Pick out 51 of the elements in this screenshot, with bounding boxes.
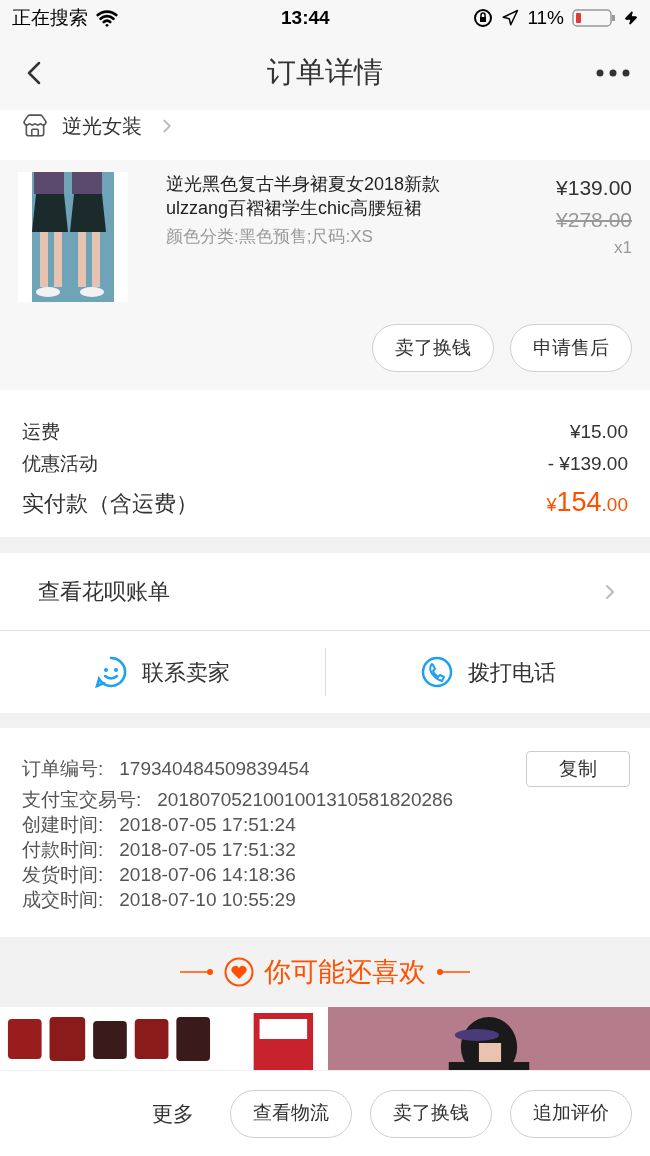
copy-button[interactable]: 复制 <box>526 751 630 787</box>
smiley-chat-icon <box>94 655 129 689</box>
info-label: 付款时间: <box>22 838 104 863</box>
store-link[interactable]: 逆光女装 <box>22 111 178 141</box>
huabei-bill-row[interactable]: 查看花呗账单 <box>0 553 650 631</box>
fee-value: ¥15.00 <box>569 420 628 444</box>
action-button[interactable]: 查看物流 <box>230 1089 352 1138</box>
quantity-text: x1 <box>614 237 632 259</box>
product-spec: 颜色分类:黑色预售;尺码:XS <box>166 226 374 248</box>
total-label: 实付款（含运费） <box>22 490 198 518</box>
info-label: 订单编号: <box>22 756 104 781</box>
info-value: 2018-07-05 17:51:32 <box>119 838 296 863</box>
page-title: 订单详情 <box>267 55 383 91</box>
total-amount: ¥154.00 <box>546 486 628 519</box>
action-button[interactable]: 卖了换钱 <box>372 324 494 372</box>
contact-button[interactable]: 拨打电话 <box>325 655 650 689</box>
product-price: ¥139.00 <box>556 175 632 201</box>
info-value: 179340484509839454 <box>119 756 310 781</box>
fee-label: 运费 <box>22 420 60 444</box>
product-card[interactable]: 逆光黑色复古半身裙夏女2018新款ulzzang百褶裙学生chic高腰短裙 颜色分类:黑色预售;尺码:XS ¥139.00 ¥278.00 x1 卖了换钱 申请售后 <box>0 160 650 390</box>
leader-line <box>180 968 214 976</box>
wifi-icon <box>96 7 118 29</box>
info-value: 2018-07-10 10:55:29 <box>119 888 296 913</box>
info-label: 支付宝交易号: <box>22 788 142 813</box>
action-button[interactable]: 申请售后 <box>510 324 632 372</box>
leader-line <box>436 968 470 976</box>
action-button[interactable]: 追加评价 <box>510 1089 632 1138</box>
rotation-lock-icon <box>473 8 494 28</box>
fee-label: 优惠活动 <box>22 452 98 476</box>
info-value: 2018-07-06 14:18:36 <box>119 863 296 888</box>
contact-button[interactable]: 联系卖家 <box>0 655 325 689</box>
action-button[interactable]: 卖了换钱 <box>370 1089 492 1138</box>
store-icon <box>22 113 48 139</box>
info-value: 2018070521001001310581820286 <box>157 788 454 813</box>
more-menu-icon[interactable] <box>596 69 630 77</box>
carrier-text: 正在搜索 <box>12 5 88 30</box>
clock-text: 13:44 <box>281 5 330 30</box>
phone-icon <box>419 655 454 689</box>
original-price: ¥278.00 <box>556 206 632 233</box>
info-label: 成交时间: <box>22 888 104 913</box>
recommend-title: 你可能还喜欢 <box>264 955 426 989</box>
product-title: 逆光黑色复古半身裙夏女2018新款ulzzang百褶裙学生chic高腰短裙 <box>166 173 442 220</box>
info-label: 创建时间: <box>22 813 104 838</box>
info-label: 发货时间: <box>22 863 104 888</box>
more-link[interactable]: 更多 <box>152 1097 194 1130</box>
battery-icon <box>572 8 616 28</box>
fee-value: - ¥139.00 <box>547 452 628 476</box>
info-value: 2018-07-05 17:51:24 <box>119 813 296 838</box>
location-arrow-icon <box>501 9 520 27</box>
battery-percent: 11% <box>527 5 564 30</box>
charging-icon <box>624 9 638 27</box>
